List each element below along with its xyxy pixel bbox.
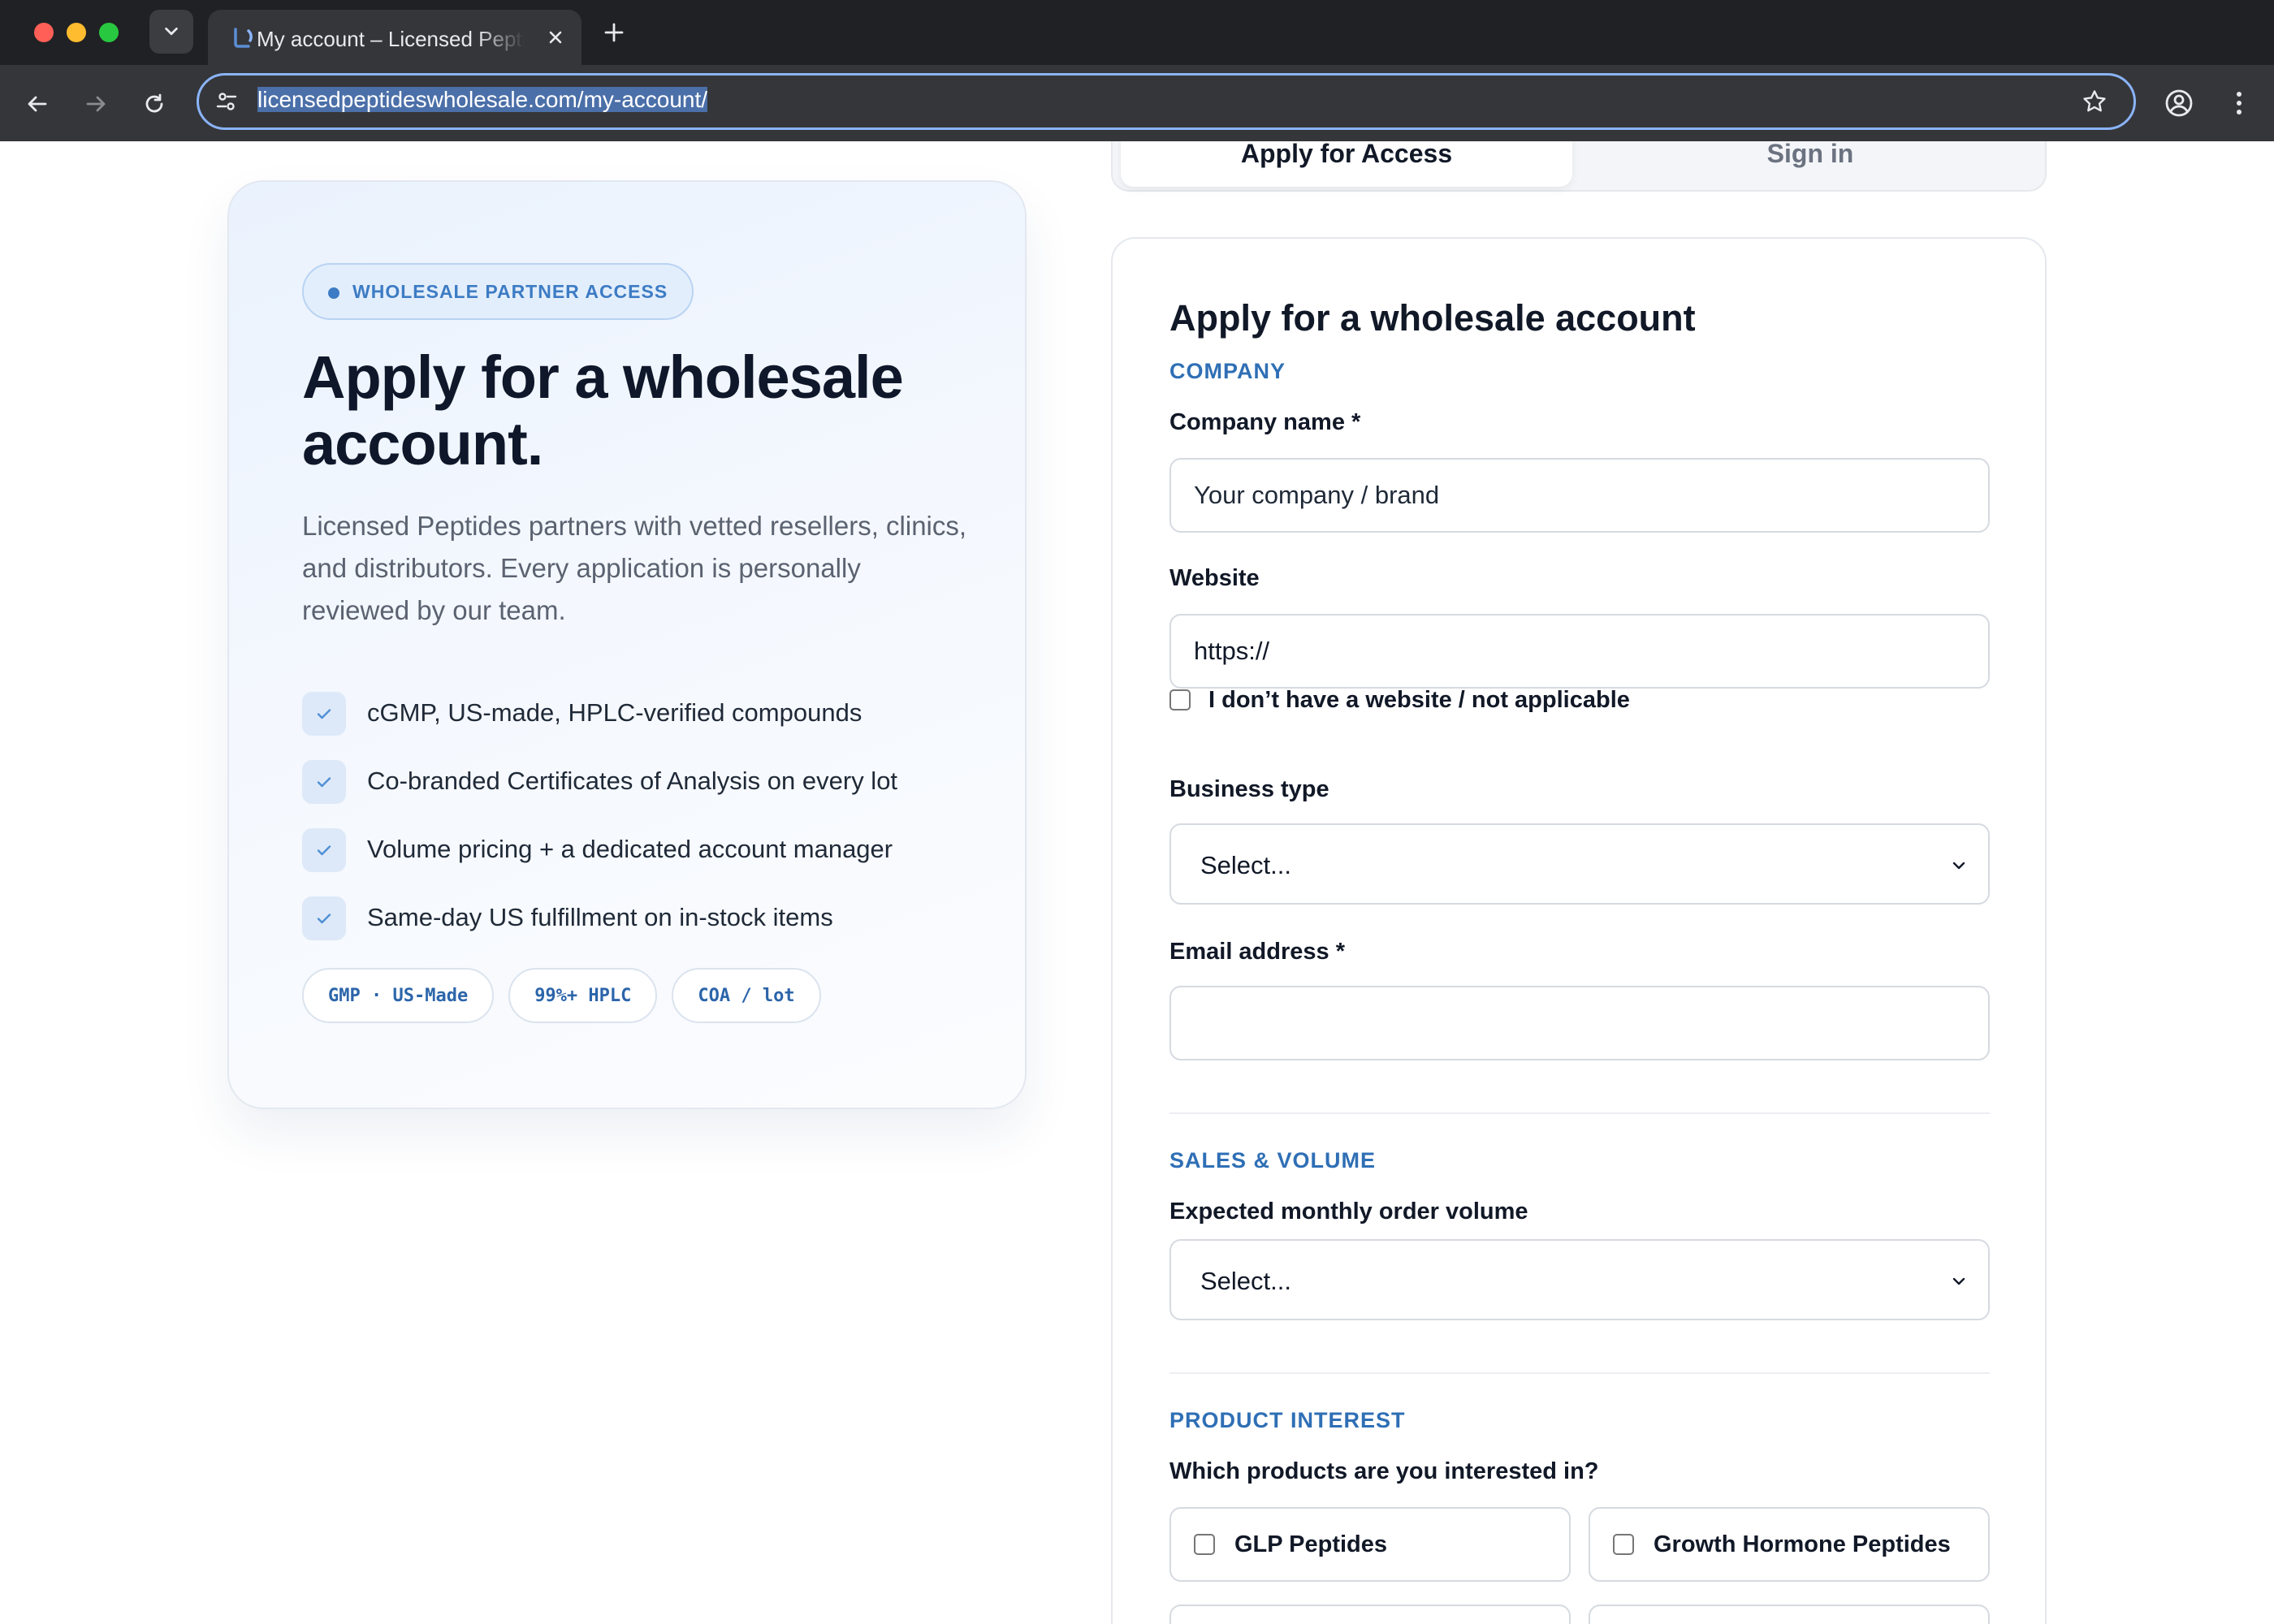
monthly-volume-value: Select... [1200, 1267, 1291, 1295]
reload-button[interactable] [135, 84, 174, 123]
quality-pill: COA / lot [672, 968, 821, 1023]
site-info-button[interactable] [214, 89, 240, 114]
new-tab-button[interactable] [599, 18, 629, 47]
more-vertical-icon [2237, 92, 2242, 114]
product-option-glp[interactable]: GLP Peptides [1169, 1507, 1571, 1582]
no-website-label: I don’t have a website / not applicable [1208, 686, 1630, 713]
star-icon [2083, 90, 2106, 112]
arrow-left-icon [28, 96, 47, 112]
wholesale-hero-card: WHOLESALE PARTNER ACCESS Apply for a who… [227, 180, 1027, 1109]
check-icon [302, 692, 346, 736]
check-icon [302, 828, 346, 872]
check-icon [302, 896, 346, 940]
company-name-label: Company name * [1169, 409, 1361, 435]
product-option-label: Growth Hormone Peptides [1654, 1531, 1951, 1557]
section-divider [1169, 1372, 1990, 1374]
quality-pills: GMP · US-Made 99%+ HPLC COA / lot [302, 968, 821, 1023]
quality-pill: 99%+ HPLC [508, 968, 658, 1023]
browser-tab-active[interactable]: My account – Licensed Peptides Wholesale [208, 10, 581, 65]
chevron-down-icon [1948, 1270, 1970, 1293]
account-circle-icon [2165, 89, 2193, 117]
benefits-list: cGMP, US-made, HPLC-verified compounds C… [302, 679, 1001, 952]
browser-menu-button[interactable] [2220, 84, 2258, 122]
quality-pill: GMP · US-Made [302, 968, 495, 1023]
section-divider [1169, 1112, 1990, 1114]
no-website-checkbox-row[interactable]: I don’t have a website / not applicable [1169, 684, 1630, 716]
hero-description: Licensed Peptides partners with vetted r… [302, 511, 967, 625]
benefit-text: Same-day US fulfillment on in-stock item… [367, 903, 833, 931]
plus-icon [604, 23, 624, 42]
section-label-sales-volume: SALES & VOLUME [1169, 1148, 1377, 1173]
tab-title-fade [476, 23, 525, 55]
email-label: Email address * [1169, 939, 1345, 965]
chevron-down-icon [165, 27, 178, 36]
product-checkbox[interactable] [1613, 1534, 1634, 1555]
benefit-item: Same-day US fulfillment on in-stock item… [302, 883, 1001, 952]
forward-button[interactable] [76, 84, 115, 123]
hero-title-line-1: Apply for a wholesale [302, 343, 904, 411]
maximize-window-button[interactable] [99, 23, 119, 42]
partner-access-badge: WHOLESALE PARTNER ACCESS [302, 263, 694, 320]
products-question-label: Which products are you interested in? [1169, 1458, 1599, 1484]
hero-title-line-2: account. [302, 410, 543, 477]
badge-dot [328, 287, 339, 299]
bookmark-button[interactable] [2080, 87, 2109, 116]
check-icon [302, 760, 346, 804]
page-viewport: WHOLESALE PARTNER ACCESS Apply for a who… [0, 141, 2274, 1624]
badge-label: WHOLESALE PARTNER ACCESS [352, 280, 668, 302]
monthly-volume-label: Expected monthly order volume [1169, 1199, 1528, 1224]
business-type-label: Business type [1169, 776, 1329, 802]
browser-titlebar: My account – Licensed Peptides Wholesale [0, 0, 2274, 65]
website-label: Website [1169, 565, 1260, 591]
reload-icon [145, 93, 163, 113]
product-checkbox[interactable] [1194, 1534, 1215, 1555]
url-selection: licensedpeptideswholesale.com/my-account… [257, 87, 708, 112]
benefit-text: Co-branded Certificates of Analysis on e… [367, 767, 898, 795]
tab-search-button[interactable] [149, 10, 193, 54]
section-label-product-interest: PRODUCT INTEREST [1169, 1408, 1406, 1432]
tab-close-button[interactable] [543, 24, 568, 50]
monthly-volume-select[interactable]: Select... [1169, 1239, 1990, 1320]
hero-title: Apply for a wholesale account. [302, 344, 968, 477]
browser-toolbar: licensedpeptideswholesale.com/my-account… [0, 65, 2274, 141]
benefit-item: cGMP, US-made, HPLC-verified compounds [302, 679, 1001, 747]
benefit-text: Volume pricing + a dedicated account man… [367, 835, 893, 863]
tab-sign-in[interactable]: Sign in [1580, 141, 2040, 187]
loading-favicon-icon [234, 28, 253, 48]
address-bar[interactable]: licensedpeptideswholesale.com/my-account… [197, 73, 2136, 130]
application-form-card: Apply for a wholesale account COMPANY Co… [1111, 237, 2047, 1624]
company-name-input[interactable] [1169, 458, 1990, 533]
product-option-label: GLP Peptides [1234, 1531, 1388, 1557]
product-option-growth-hormone[interactable]: Growth Hormone Peptides [1589, 1507, 1990, 1582]
website-input[interactable] [1169, 614, 1990, 689]
tab-apply-for-access[interactable]: Apply for Access [1121, 141, 1572, 187]
back-button[interactable] [18, 84, 57, 123]
business-type-select[interactable]: Select... [1169, 823, 1990, 905]
close-window-button[interactable] [34, 23, 54, 42]
tune-icon [216, 93, 237, 110]
benefit-item: Co-branded Certificates of Analysis on e… [302, 747, 1001, 815]
benefit-item: Volume pricing + a dedicated account man… [302, 815, 1001, 883]
business-type-value: Select... [1200, 851, 1291, 879]
close-icon [549, 31, 562, 44]
form-title: Apply for a wholesale account [1169, 297, 1696, 339]
chevron-down-icon [1948, 854, 1970, 877]
product-option-card[interactable] [1589, 1605, 1990, 1624]
email-input[interactable] [1169, 986, 1990, 1060]
auth-tabs: Apply for Access Sign in [1111, 141, 2047, 192]
section-label-company: COMPANY [1169, 359, 1286, 383]
product-option-card[interactable] [1169, 1605, 1571, 1624]
arrow-right-icon [86, 96, 106, 112]
benefit-text: cGMP, US-made, HPLC-verified compounds [367, 698, 862, 727]
no-website-checkbox[interactable] [1169, 689, 1191, 710]
minimize-window-button[interactable] [67, 23, 86, 42]
url-text[interactable]: licensedpeptideswholesale.com/my-account… [257, 87, 708, 113]
profile-button[interactable] [2160, 84, 2198, 122]
